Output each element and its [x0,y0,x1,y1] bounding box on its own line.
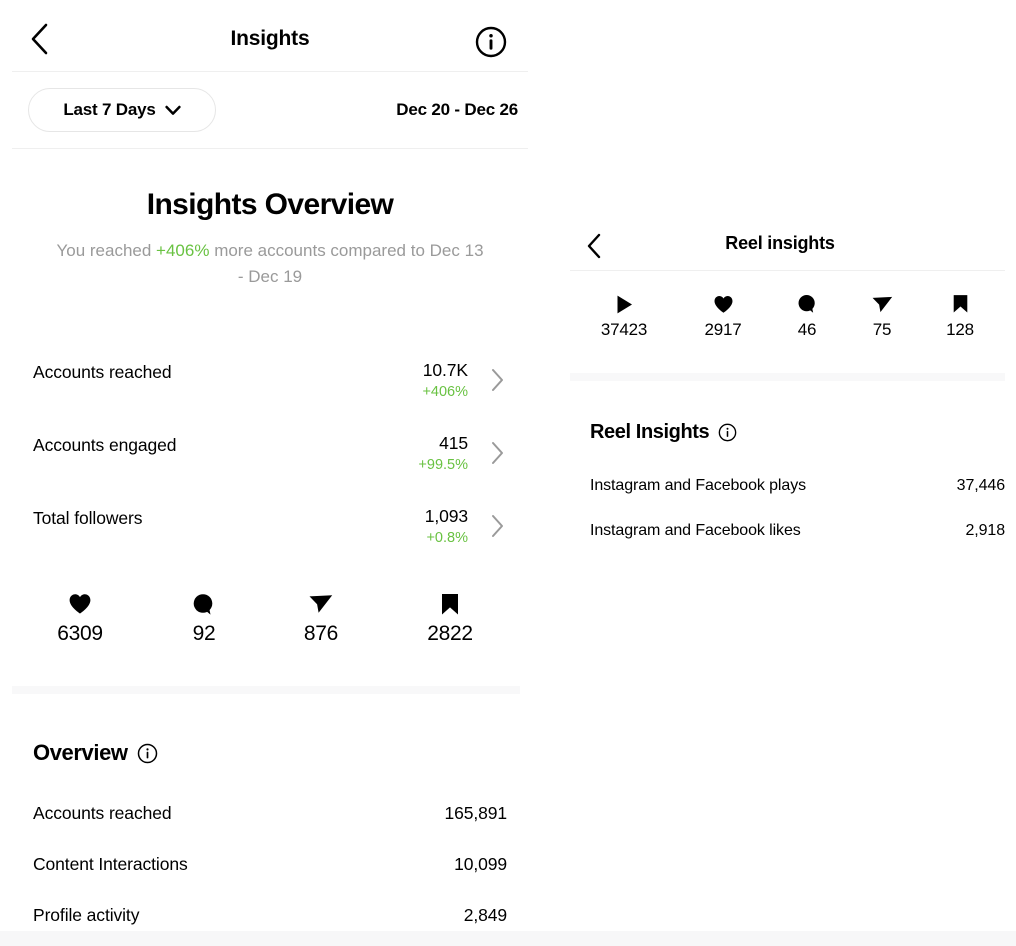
stat-comments: 92 [154,592,254,646]
stat-value: 128 [946,320,974,339]
insights-screen: Insights Last 7 Days Dec 20 - Dec 26 Ins… [0,0,1016,946]
metric-value: 1,093 [424,506,468,526]
reel-page-title: Reel insights [725,233,835,253]
metric-delta: +0.8% [426,530,468,546]
reel-insights-heading: Reel Insights [590,421,710,443]
row-value: 165,891 [444,803,507,823]
reel-stats-strip: 37423 2917 46 75 128 [540,293,1016,359]
page-title: Insights [230,27,310,50]
share-icon [271,592,371,616]
insights-overview-hero: Insights Overview You reached +406% more… [0,186,540,290]
section-separator [570,373,1005,381]
reel-insights-section-header: Reel Insights [590,421,737,444]
divider [570,270,1005,271]
stat-value: 75 [872,320,892,339]
row-value: 2,918 [965,522,1005,539]
hero-sub-mid: more accounts compared to [209,241,425,260]
insights-panel: Insights Last 7 Days Dec 20 - Dec 26 Ins… [0,0,540,946]
engagement-stats-strip: 6309 92 876 2822 [0,592,540,664]
comment-icon [767,293,847,315]
stat-value: 2822 [427,622,473,645]
stat-saves: 2822 [400,592,500,646]
reel-insights-panel: Reel insights 37423 2917 46 75 128 Reel … [540,0,1016,946]
row-value: 10,099 [454,854,507,874]
hero-title: Insights Overview [146,188,394,221]
reel-stat-saves: 128 [920,293,1000,340]
overview-heading: Overview [33,740,128,765]
chevron-right-icon [489,366,507,394]
chevron-down-icon [164,105,181,116]
hero-subtitle: You reached +406% more accounts compared… [0,238,540,290]
reel-stat-shares: 75 [842,293,922,340]
stat-value: 2917 [704,320,742,339]
divider [12,148,528,149]
row-value: 37,446 [956,477,1005,494]
stat-shares: 876 [271,592,371,646]
reel-row-likes: Instagram and Facebook likes 2,918 [540,522,1016,568]
stat-value: 92 [192,622,216,645]
bookmark-icon [920,293,1000,315]
stat-value: 6309 [57,622,103,645]
row-label: Profile activity [33,905,140,925]
hero-sub-prefix: You reached [56,241,157,260]
date-range-display: Dec 20 - Dec 26 [396,100,518,119]
reel-stat-comments: 46 [767,293,847,340]
metric-row-total-followers[interactable]: Total followers 1,093 +0.8% [0,498,540,554]
bookmark-icon [400,592,500,616]
metric-delta: +406% [422,384,468,400]
metric-label: Total followers [33,508,143,528]
metric-value: 10.7K [422,360,468,380]
right-nav-bar: Reel insights [540,222,1016,270]
stat-value: 46 [797,320,817,339]
bottom-strip [0,931,1016,946]
section-separator [12,686,520,694]
date-range-bar: Last 7 Days Dec 20 - Dec 26 [0,72,540,148]
chevron-right-icon [489,512,507,540]
reel-stat-likes: 2917 [683,293,763,340]
stat-value: 876 [303,622,339,645]
heart-icon [683,293,763,315]
metric-value: 415 [439,433,468,453]
row-label: Instagram and Facebook plays [590,477,806,494]
metric-delta: +99.5% [418,457,468,473]
date-range-label: Last 7 Days [63,100,156,119]
metric-row-accounts-reached[interactable]: Accounts reached 10.7K +406% [0,352,540,408]
play-icon [584,293,664,315]
metric-label: Accounts reached [33,362,172,382]
stat-value: 37423 [600,320,648,339]
heart-icon [30,592,130,616]
row-label: Instagram and Facebook likes [590,522,801,539]
metric-row-accounts-engaged[interactable]: Accounts engaged 415 +99.5% [0,425,540,481]
date-range-selector[interactable]: Last 7 Days [28,88,216,132]
info-circle-icon[interactable] [137,743,158,764]
chevron-right-icon [489,439,507,467]
overview-section-header: Overview [33,740,158,766]
reel-stat-plays: 37423 [584,293,664,340]
overview-row-accounts-reached: Accounts reached 165,891 [0,803,540,853]
row-label: Accounts reached [33,803,172,823]
reel-row-plays: Instagram and Facebook plays 37,446 [540,477,1016,523]
info-circle-icon[interactable] [474,25,508,59]
left-nav-bar: Insights [0,0,540,71]
row-value: 2,849 [463,905,507,925]
hero-sub-percent: +406% [156,241,210,260]
metric-label: Accounts engaged [33,435,177,455]
info-circle-icon[interactable] [718,423,737,442]
row-label: Content Interactions [33,854,188,874]
stat-likes: 6309 [30,592,130,646]
share-icon [842,293,922,315]
comment-icon [154,592,254,616]
overview-row-content-interactions: Content Interactions 10,099 [0,854,540,904]
